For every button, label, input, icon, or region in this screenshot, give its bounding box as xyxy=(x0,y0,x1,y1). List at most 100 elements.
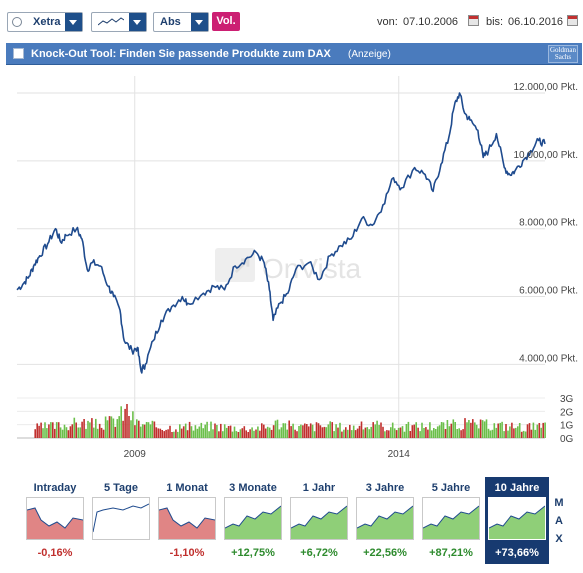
volume-bar xyxy=(511,422,513,438)
volume-bar xyxy=(319,425,322,438)
period-tab[interactable]: 10 Jahre +73,66% xyxy=(485,477,549,564)
volume-bar xyxy=(448,426,451,438)
banner-checkbox[interactable] xyxy=(13,48,24,59)
period-change: +73,66% xyxy=(495,547,539,559)
volume-bar xyxy=(130,420,132,438)
exchange-select[interactable]: Xetra xyxy=(7,12,83,32)
volume-tick-label: 0G xyxy=(560,434,574,445)
volume-bar xyxy=(38,425,40,438)
volume-bar xyxy=(415,422,417,438)
volume-bar xyxy=(442,422,445,438)
volume-bar xyxy=(507,430,509,438)
volume-bar xyxy=(57,422,60,438)
volume-bar xyxy=(223,424,226,438)
volume-bar xyxy=(354,430,357,438)
period-tab[interactable]: 3 Monate +12,75% xyxy=(221,477,285,564)
volume-bar xyxy=(534,429,537,438)
calendar-icon[interactable] xyxy=(468,15,479,26)
volume-bar xyxy=(180,428,183,438)
volume-bar xyxy=(237,432,240,438)
volume-bar xyxy=(421,422,423,438)
chart-toolbar: Xetra Abs Vol. von: 07.10.2006 bis: 06.1… xyxy=(0,0,583,40)
volume-bar xyxy=(509,426,511,438)
period-sparkline xyxy=(290,497,348,540)
banner-title[interactable]: Knock-Out Tool: Finden Sie passende Prod… xyxy=(31,48,331,60)
volume-bar xyxy=(171,432,173,438)
volume-bar xyxy=(67,430,70,438)
volume-bar xyxy=(34,429,36,438)
volume-bar xyxy=(225,427,228,438)
volume-bar xyxy=(204,424,206,438)
period-tab[interactable]: 5 Jahre +87,21% xyxy=(419,477,483,564)
y-tick-label: 4.000,00 Pkt. xyxy=(519,353,578,364)
volume-bar xyxy=(362,429,365,438)
volume-bar xyxy=(143,424,146,438)
knockout-tool-banner[interactable]: Knock-Out Tool: Finden Sie passende Prod… xyxy=(6,43,582,65)
volume-bar xyxy=(423,428,425,438)
from-date[interactable]: 07.10.2006 xyxy=(403,16,458,28)
volume-bar xyxy=(79,427,81,438)
period-tab-label: 1 Monat xyxy=(166,482,208,494)
dax-price-chart[interactable]: ↗ OnVista 12.000,00 Pkt. 10.000,00 Pkt. 8.… xyxy=(0,68,583,468)
volume-bar xyxy=(513,428,515,438)
volume-bar xyxy=(167,429,169,438)
period-tab[interactable]: 3 Jahre +22,56% xyxy=(353,477,417,564)
volume-bar xyxy=(108,416,111,438)
volume-bar xyxy=(317,423,320,438)
volume-bar xyxy=(255,429,257,438)
volume-bar xyxy=(470,422,472,438)
volume-bar xyxy=(98,423,101,438)
volume-bar xyxy=(390,427,392,438)
onvista-watermark: ↗ OnVista xyxy=(215,248,362,284)
volume-bar xyxy=(241,428,244,438)
period-tab[interactable]: Intraday -0,16% xyxy=(23,477,87,564)
volume-bar xyxy=(345,427,347,438)
volume-bar xyxy=(438,425,441,438)
volume-bar xyxy=(405,424,408,438)
volume-bar xyxy=(251,427,253,438)
volume-bar xyxy=(518,423,521,438)
volume-bar xyxy=(300,424,302,438)
volume-bar xyxy=(388,430,390,438)
volume-bar xyxy=(274,420,277,438)
period-tab[interactable]: 5 Tage xyxy=(89,477,153,564)
volume-bar xyxy=(391,422,394,438)
volume-bar xyxy=(429,422,431,438)
period-sparkline xyxy=(488,497,546,540)
volume-bar xyxy=(210,421,212,438)
volume-bar xyxy=(517,426,519,438)
volume-bar xyxy=(302,425,304,438)
volume-bar xyxy=(266,426,269,438)
max-period-button[interactable]: M A X xyxy=(553,494,565,548)
calendar-icon[interactable] xyxy=(567,15,578,26)
volume-bar xyxy=(276,419,279,438)
volume-bar xyxy=(268,427,271,438)
volume-bar xyxy=(110,416,113,438)
volume-bar xyxy=(48,424,50,438)
period-tab[interactable]: 1 Jahr +6,72% xyxy=(287,477,351,564)
volume-bar xyxy=(444,429,447,438)
volume-bar xyxy=(307,426,310,438)
volume-bar xyxy=(122,420,124,438)
volume-bar xyxy=(247,432,249,438)
volume-bar xyxy=(120,406,122,438)
volume-toggle-button[interactable]: Vol. xyxy=(212,12,240,31)
volume-bar xyxy=(483,421,486,438)
volume-bar xyxy=(100,427,103,438)
volume-bar xyxy=(218,431,220,438)
volume-bar xyxy=(198,426,201,438)
volume-bar xyxy=(382,426,384,438)
volume-bar xyxy=(505,424,507,438)
scale-select[interactable]: Abs xyxy=(153,12,209,32)
volume-bar xyxy=(141,424,144,438)
period-sparkline xyxy=(26,497,84,540)
to-date[interactable]: 06.10.2016 xyxy=(508,16,563,28)
volume-bar xyxy=(46,428,48,438)
volume-bar xyxy=(474,422,476,438)
clock-icon xyxy=(12,17,22,27)
volume-bar xyxy=(538,423,541,438)
period-tab[interactable]: 1 Monat -1,10% xyxy=(155,477,219,564)
volume-bar xyxy=(358,425,361,438)
chart-type-select[interactable] xyxy=(91,12,147,32)
period-sparkline xyxy=(422,497,480,540)
